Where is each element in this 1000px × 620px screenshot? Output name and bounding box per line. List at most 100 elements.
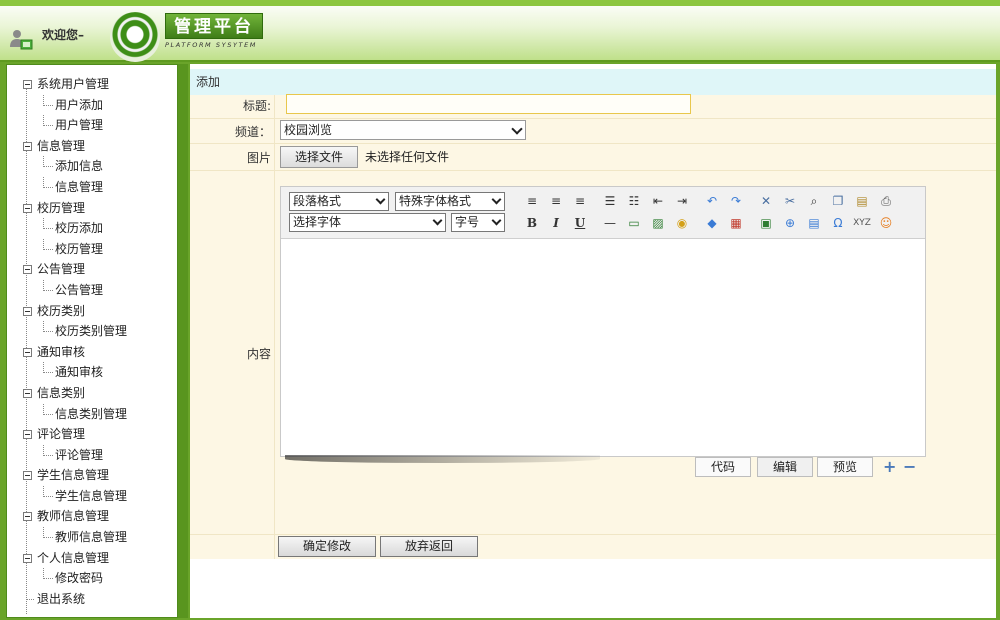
numbered-list-icon[interactable]: ☷: [625, 192, 643, 210]
outdent-icon[interactable]: ⇤: [649, 192, 667, 210]
sidebar-item[interactable]: 修改密码: [21, 568, 181, 589]
redo-icon[interactable]: ↷: [727, 192, 745, 210]
find-icon[interactable]: ⌕: [805, 192, 823, 210]
font-size-select[interactable]: 字号: [451, 213, 505, 232]
sidebar-group[interactable]: 教师信息管理: [21, 506, 181, 527]
main-panel: 添加 标题: 频道： 校园浏览 图片 选择文件 未选择任何文件 内容 段落格式 …: [190, 64, 996, 618]
font-family-value: 选择字体: [293, 215, 342, 229]
welcome-text: 欢迎您–: [42, 28, 85, 42]
undo-icon[interactable]: ↶: [703, 192, 721, 210]
tree-connector: [43, 444, 53, 456]
sidebar-item[interactable]: 通知审核: [21, 362, 181, 383]
align-center-icon[interactable]: ≡: [547, 192, 565, 210]
choose-file-button[interactable]: 选择文件: [280, 146, 358, 168]
collapse-icon[interactable]: [23, 347, 32, 357]
tree-connector: [43, 403, 53, 415]
sidebar-item[interactable]: 学生信息管理: [21, 485, 181, 507]
minus-icon[interactable]: −: [903, 459, 917, 475]
plus-icon[interactable]: +: [883, 459, 897, 475]
paragraph-format-select[interactable]: 段落格式: [289, 192, 389, 211]
sidebar-item[interactable]: 用户管理: [21, 115, 181, 136]
collapse-icon[interactable]: [23, 430, 32, 440]
cut-icon[interactable]: ✂: [781, 192, 799, 210]
insert-image-icon[interactable]: ▨: [649, 214, 667, 232]
collapse-icon[interactable]: [23, 80, 32, 89]
channel-select[interactable]: 校园浏览: [280, 120, 526, 140]
insert-flash-icon[interactable]: ◆: [703, 214, 721, 232]
sidebar-item[interactable]: 公告管理: [21, 279, 181, 301]
bullet-list-icon[interactable]: ☰: [601, 192, 619, 210]
insert-textbox-icon[interactable]: ▭: [625, 214, 643, 232]
insert-special-char-icon[interactable]: Ω: [829, 214, 847, 232]
collapse-icon[interactable]: [23, 512, 32, 522]
sidebar-group[interactable]: 信息类别: [21, 383, 181, 404]
sidebar-group[interactable]: 通知审核: [21, 342, 181, 363]
collapse-icon[interactable]: [23, 141, 32, 151]
cancel-button[interactable]: 放弃返回: [380, 536, 478, 557]
paste-icon[interactable]: ▤: [853, 192, 871, 210]
confirm-button[interactable]: 确定修改: [278, 536, 376, 557]
collapse-icon[interactable]: [23, 553, 32, 563]
sidebar-group[interactable]: 个人信息管理: [21, 548, 181, 569]
print-icon[interactable]: ⎙: [877, 192, 895, 210]
image-label: 图片: [246, 151, 271, 165]
insert-code-icon[interactable]: XYZ: [853, 214, 871, 232]
tree-connector: [43, 115, 53, 127]
sidebar-item[interactable]: 信息类别管理: [21, 403, 181, 425]
row-divider: [190, 534, 996, 535]
insert-media-icon[interactable]: ◉: [673, 214, 691, 232]
horizontal-rule-icon[interactable]: —: [601, 214, 619, 232]
font-family-select[interactable]: 选择字体: [289, 213, 446, 232]
sidebar-item-label: 校历类别管理: [55, 324, 128, 339]
sidebar-group-label: 校历管理: [37, 200, 86, 215]
sidebar-item[interactable]: 用户添加: [21, 94, 181, 116]
collapse-icon[interactable]: [23, 388, 32, 398]
chevron-down-icon: [491, 215, 502, 226]
sidebar-item[interactable]: 校历类别管理: [21, 321, 181, 342]
mode-code-button[interactable]: 代码: [695, 457, 751, 477]
collapse-icon[interactable]: [23, 203, 32, 213]
sidebar-group[interactable]: 信息管理: [21, 136, 181, 157]
sidebar-group[interactable]: 公告管理: [21, 259, 181, 280]
insert-emoticon-icon[interactable]: ☺: [877, 214, 895, 232]
tree-connector: [43, 94, 53, 106]
editor-content-area[interactable]: [281, 240, 925, 456]
sidebar-group[interactable]: 校历管理: [21, 198, 181, 219]
collapse-icon[interactable]: [23, 471, 32, 481]
sidebar-item[interactable]: 信息管理: [21, 176, 181, 198]
italic-button[interactable]: I: [547, 214, 565, 232]
sidebar-item[interactable]: 评论管理: [21, 444, 181, 466]
sidebar-group[interactable]: 评论管理: [21, 424, 181, 445]
insert-table-icon[interactable]: ▦: [727, 214, 745, 232]
sidebar-group[interactable]: 学生信息管理: [21, 465, 181, 486]
delete-icon[interactable]: ✕: [757, 192, 775, 210]
channel-label: 频道：: [234, 125, 271, 139]
collapse-icon[interactable]: [23, 306, 32, 316]
insert-file-icon[interactable]: ▣: [757, 214, 775, 232]
sidebar-item[interactable]: 校历管理: [21, 238, 181, 260]
align-right-icon[interactable]: ≡: [571, 192, 589, 210]
insert-anchor-icon[interactable]: ▤: [805, 214, 823, 232]
sidebar-item[interactable]: 教师信息管理: [21, 527, 181, 548]
chevron-down-icon: [491, 194, 502, 205]
sidebar-item-label: 用户添加: [55, 97, 104, 112]
tree-connector: [43, 527, 53, 539]
underline-button[interactable]: U: [571, 214, 589, 232]
sidebar-item[interactable]: 添加信息: [21, 156, 181, 177]
mode-preview-button[interactable]: 预览: [817, 457, 873, 477]
sidebar-item[interactable]: 校历添加: [21, 218, 181, 239]
sidebar-group[interactable]: 系统用户管理: [21, 74, 181, 95]
bold-button[interactable]: B: [523, 214, 541, 232]
title-input[interactable]: [286, 94, 691, 114]
tree-connector: [43, 321, 53, 333]
align-left-icon[interactable]: ≡: [523, 192, 541, 210]
tree-connector: [43, 176, 53, 188]
indent-icon[interactable]: ⇥: [673, 192, 691, 210]
copy-icon[interactable]: ❐: [829, 192, 847, 210]
collapse-icon[interactable]: [23, 265, 32, 275]
insert-link-icon[interactable]: ⊕: [781, 214, 799, 232]
special-font-select[interactable]: 特殊字体格式: [395, 192, 505, 211]
sidebar-group[interactable]: 退出系统: [21, 589, 181, 610]
sidebar-group[interactable]: 校历类别: [21, 301, 181, 322]
mode-edit-button[interactable]: 编辑: [757, 457, 813, 477]
